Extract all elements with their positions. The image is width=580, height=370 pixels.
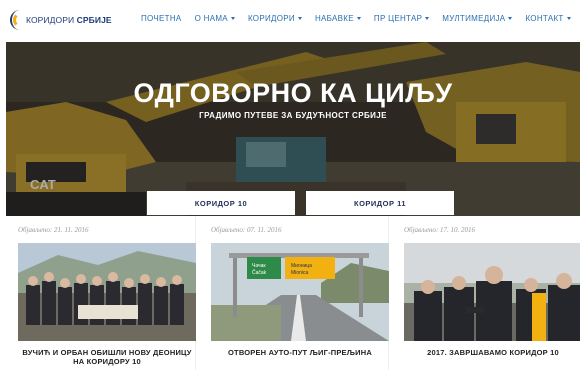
news-image[interactable] [18, 243, 196, 341]
chevron-down-icon [508, 17, 513, 20]
news-card[interactable]: Објављено: 07. 11. 2016 Чачак Čačak Мион… [201, 216, 389, 370]
logo-mark-icon [10, 10, 22, 30]
news-date: Објављено: 17. 10. 2016 [404, 226, 475, 234]
chevron-down-icon [297, 17, 302, 20]
svg-text:Мионица: Мионица [291, 263, 312, 269]
menu-item-home[interactable]: ПОЧЕТНА [141, 14, 182, 23]
news-title[interactable]: 2017. ЗАВРШАВАМО КОРИДОР 10 [404, 348, 580, 357]
news-date: Објављено: 21. 11. 2016 [18, 226, 89, 234]
menu-item-multimedia[interactable]: МУЛТИМЕДИЈА [442, 14, 513, 23]
news-title[interactable]: ОТВОРЕН АУТО-ПУТ ЉИГ-ПРЕЉИНА [211, 348, 389, 357]
hero-title: ОДГОВОРНО КА ЦИЉУ [133, 78, 453, 108]
chevron-down-icon [425, 17, 430, 20]
logo-text: КОРИДОРИ СРБИЈЕ [26, 15, 112, 25]
news-date: Објављено: 07. 11. 2016 [211, 226, 282, 234]
site-logo[interactable]: КОРИДОРИ СРБИЈЕ [10, 9, 112, 31]
menu-item-contact[interactable]: КОНТАКТ [525, 14, 571, 23]
news-section: Објављено: 21. 11. 2016 ВУЧИЋ И ОРБАН ОБ… [8, 216, 580, 370]
corridor-11-button[interactable]: КОРИДОР 11 [306, 191, 454, 215]
hero-overlay [6, 42, 580, 216]
chevron-down-icon [356, 17, 361, 20]
news-card[interactable]: Објављено: 17. 10. 2016 2017. ЗАВРШАВАМО… [394, 216, 580, 370]
menu-item-procurement[interactable]: НАБАВКЕ [315, 14, 361, 23]
menu-item-pr-center[interactable]: ПР ЦЕНТАР [374, 14, 430, 23]
news-card[interactable]: Објављено: 21. 11. 2016 ВУЧИЋ И ОРБАН ОБ… [8, 216, 196, 370]
svg-text:Čačak: Čačak [252, 269, 267, 276]
menu-item-about[interactable]: О НАМА [195, 14, 235, 23]
main-menu: ПОЧЕТНА О НАМА КОРИДОРИ НАБАВКЕ ПР ЦЕНТА… [141, 14, 580, 23]
menu-item-corridors[interactable]: КОРИДОРИ [248, 14, 302, 23]
news-title[interactable]: ВУЧИЋ И ОРБАН ОБИШЛИ НОВУ ДЕОНИЦУ НА КОР… [18, 348, 196, 366]
hero-banner: CAT ОДГОВОРНО КА ЦИЉУ ГРАДИМО ПУТЕВЕ ЗА … [6, 42, 580, 216]
svg-text:Чачак: Чачак [252, 263, 266, 269]
top-navbar: КОРИДОРИ СРБИЈЕ ПОЧЕТНА О НАМА КОРИДОРИ … [0, 0, 580, 42]
news-image[interactable]: Чачак Čačak Мионица Mionica [211, 243, 389, 341]
news-image[interactable] [404, 243, 580, 341]
svg-text:Mionica: Mionica [291, 270, 308, 276]
hero-subtitle: ГРАДИМО ПУТЕВЕ ЗА БУДУЋНОСТ СРБИЈЕ [199, 111, 387, 120]
corridor-10-button[interactable]: КОРИДОР 10 [147, 191, 295, 215]
chevron-down-icon [230, 17, 235, 20]
chevron-down-icon [566, 17, 571, 20]
